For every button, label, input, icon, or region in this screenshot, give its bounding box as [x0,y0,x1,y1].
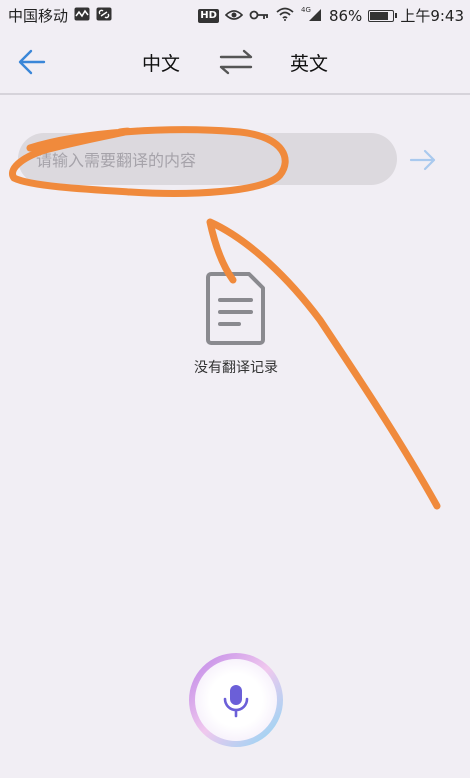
translate-input[interactable] [34,133,388,187]
wifi-icon [275,7,295,25]
clock: 上午9:43 [400,7,464,25]
hd-badge: HD [198,8,219,23]
source-language-button[interactable]: 中文 [142,49,180,76]
activity-icon [74,7,90,25]
target-language-button[interactable]: 英文 [290,49,328,76]
swap-icon [219,49,253,75]
send-button[interactable] [408,145,438,175]
microphone-icon [189,653,283,747]
link-icon [96,7,112,25]
signal-icon: 4G [301,6,323,26]
battery-fill [370,11,389,20]
network-type-label: 4G [301,6,311,14]
document-icon [205,270,267,346]
battery-icon [368,9,398,22]
carrier-label: 中国移动 [8,7,69,25]
voice-input-button[interactable] [187,651,285,749]
translate-input-container [18,133,397,187]
header-divider [0,93,470,95]
battery-percent: 86% [328,6,363,25]
status-bar: 中国移动 HD 4G 86% 上午9:43 [0,0,470,30]
arrow-right-icon [409,149,436,171]
swap-languages-button[interactable] [218,48,254,76]
arrow-left-icon [18,49,46,75]
empty-state-message: 没有翻译记录 [194,360,278,376]
header: 中文 英文 [0,30,470,93]
key-icon [249,7,269,25]
status-left: 中国移动 [8,5,112,26]
eye-icon [224,7,244,25]
back-button[interactable] [16,46,48,78]
status-right: HD 4G 86% 上午9:43 [198,5,464,26]
